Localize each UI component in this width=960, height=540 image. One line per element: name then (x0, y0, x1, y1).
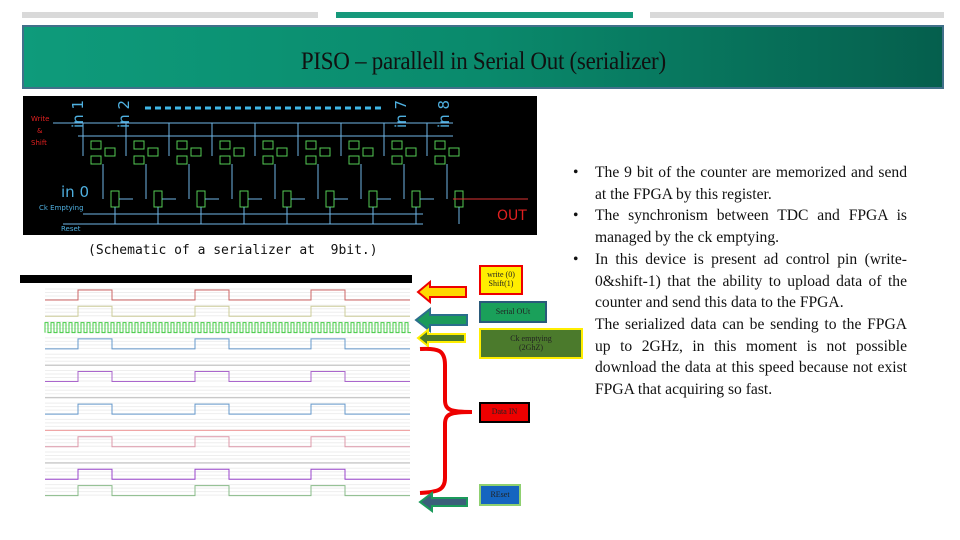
label-in8: in 8 (435, 100, 453, 128)
waveform-trace (45, 485, 410, 497)
ck-freq-text: (2GhZ) (519, 342, 543, 352)
arrow-write-shift (416, 279, 467, 305)
arrow-reset (418, 491, 468, 513)
progress-segment-2 (336, 12, 633, 18)
bullet-text: The 9 bit of the counter are memorized a… (595, 164, 907, 203)
label-write-shift: write (0) Shift(1) (479, 265, 523, 295)
serializer-schematic: in 1 in 2 in 7 in 8 Write & Shift in 0 C… (23, 96, 537, 235)
serial-out-text: Serial OUt (495, 306, 531, 316)
label-ck-emptying: Ck emptying (2GhZ) (479, 328, 583, 359)
label-amp: & (37, 127, 43, 135)
arrow-ck-emptying (416, 327, 466, 349)
bullet-item: • The 9 bit of the counter are memorized … (573, 162, 907, 205)
label-out: OUT (497, 208, 527, 224)
bullet-item: • The synchronism between TDC and FPGA is… (573, 205, 907, 248)
waveform-trace (45, 468, 410, 480)
bullet-item: • In this device is present ad control p… (573, 249, 907, 314)
paragraph-item: The serialized data can be sending to th… (573, 314, 907, 401)
label-serial-out: Serial OUt (479, 301, 547, 323)
label-shift: Shift (31, 139, 47, 147)
label-in0: in 0 (61, 183, 89, 201)
waveform-trace (45, 436, 410, 448)
shift-text: Shift(1) (488, 279, 514, 288)
waveform-trace (45, 289, 410, 301)
progress-segment-1 (22, 12, 318, 18)
schematic-caption: (Schematic of a serializer at 9bit.) (88, 243, 378, 258)
bullet-icon: • (573, 250, 579, 268)
label-reset: Reset (61, 225, 81, 233)
reset-text: REset (490, 489, 510, 499)
label-write: Write (31, 115, 49, 123)
label-in7: in 7 (392, 100, 410, 128)
page-title: PISO – parallell in Serial Out (serializ… (300, 48, 666, 75)
brace-data-in (419, 346, 473, 495)
label-data-in: Data IN (479, 402, 530, 423)
data-in-text: Data IN (491, 407, 518, 417)
description-list: • The 9 bit of the counter are memorized … (573, 162, 907, 401)
label-reset: REset (479, 484, 521, 506)
paragraph-text: The serialized data can be sending to th… (595, 315, 907, 399)
waveform-trace (45, 403, 410, 415)
bullet-text: The synchronism between TDC and FPGA is … (595, 207, 907, 247)
waveform-trace (44, 322, 411, 334)
arrow-serial-out (414, 306, 468, 334)
progress-segment-3 (650, 12, 944, 18)
waveform-trace (45, 338, 410, 350)
title-banner: PISO – parallell in Serial Out (serializ… (22, 25, 944, 89)
bullet-text: In this device is present ad control pin… (595, 250, 907, 312)
waveform-trace (45, 371, 410, 382)
label-ck-emptying: Ck Emptying (39, 204, 84, 212)
label-in1: in 1 (69, 100, 87, 128)
bullet-icon: • (573, 207, 579, 225)
simulation-waveforms (20, 275, 412, 511)
label-in2: in 2 (115, 100, 133, 128)
bullet-icon: • (573, 164, 579, 181)
waveform-trace (45, 305, 410, 317)
